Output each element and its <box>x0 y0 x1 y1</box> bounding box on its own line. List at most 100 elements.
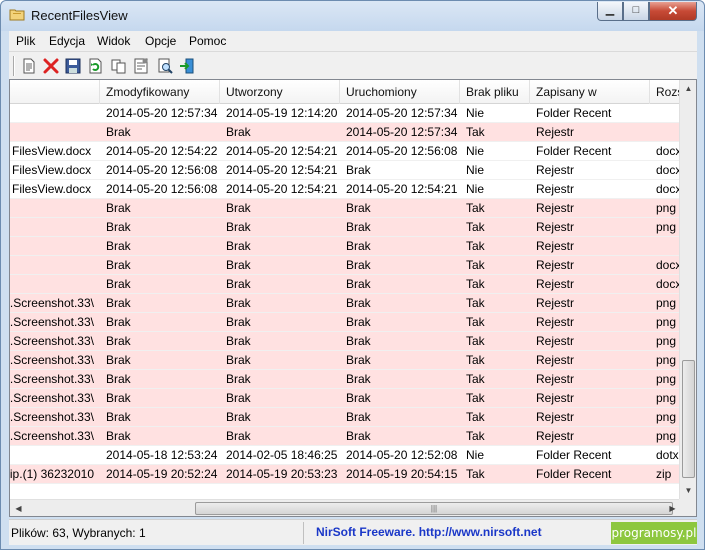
scroll-left-icon[interactable]: ◀ <box>10 500 27 516</box>
column-header-modified[interactable]: Zmodyfikowany <box>100 80 220 104</box>
table-row[interactable]: \Screenshot.33...BrakBrakBrakTakRejestrp… <box>10 408 681 427</box>
nirsoft-link[interactable]: NirSoft Freeware. http://www.nirsoft.net <box>316 525 542 539</box>
missing-cell: Nie <box>466 144 485 158</box>
table-row[interactable]: \Screenshot.33...BrakBrakBrakTakRejestrp… <box>10 294 681 313</box>
table-row[interactable]: \Screenshot.33...BrakBrakBrakTakRejestrp… <box>10 427 681 446</box>
created-cell: 2014-05-19 20:53:23 <box>226 467 338 481</box>
scroll-up-icon[interactable]: ▲ <box>680 80 696 97</box>
created-cell: Brak <box>226 391 251 405</box>
created-cell: 2014-05-20 12:54:21 <box>226 163 338 177</box>
modified-cell: Brak <box>106 220 131 234</box>
app-window: RecentFilesView ▁ □ ✕ Plik Edycja Widok … <box>0 0 705 550</box>
missing-cell: Tak <box>466 429 485 443</box>
saved-in-cell: Rejestr <box>536 258 575 272</box>
modified-cell: Brak <box>106 296 131 310</box>
column-header-missing[interactable]: Brak pliku <box>460 80 530 104</box>
table-row[interactable]: \Screenshot.33...BrakBrakBrakTakRejestrp… <box>10 389 681 408</box>
table-row[interactable]: 36232010 (1).zip 2014-05-19 20:52:24 2014-… <box>10 465 681 484</box>
saved-in-cell: Rejestr <box>536 372 575 386</box>
minimize-button[interactable]: ▁ <box>597 2 623 21</box>
menu-bar: Plik Edycja Widok Opcje Pomoc <box>9 31 697 51</box>
launched-cell: 2014-05-20 12:57:34 <box>346 125 458 139</box>
table-row[interactable]: FilesView.docx 2014-05-20 12:56:08 2014-05… <box>10 180 681 199</box>
launched-cell: 2014-05-20 12:54:21 <box>346 182 458 196</box>
launched-cell: Brak <box>346 163 371 177</box>
launched-cell: Brak <box>346 372 371 386</box>
scroll-down-icon[interactable]: ▼ <box>680 482 696 499</box>
table-row[interactable]: Brak Brak Brak Tak Rejestr png <box>10 199 681 218</box>
created-cell: Brak <box>226 315 251 329</box>
created-cell: Brak <box>226 258 251 272</box>
table-row[interactable]: Brak Brak Brak Tak Rejestr <box>10 237 681 256</box>
created-cell: Brak <box>226 353 251 367</box>
window-title: RecentFilesView <box>31 8 128 23</box>
watermark-logo: programosy.pl <box>611 522 697 544</box>
column-header-launched[interactable]: Uruchomiony <box>340 80 460 104</box>
created-cell: Brak <box>226 201 251 215</box>
save-icon[interactable] <box>63 56 83 76</box>
saved-in-cell: Rejestr <box>536 334 575 348</box>
horizontal-scrollbar[interactable]: ◀ ||| ▶ <box>10 499 681 516</box>
file-name-cell <box>10 256 100 275</box>
table-row[interactable]: 2014-05-18 12:53:24 2014-02-05 18:46:25 20… <box>10 446 681 465</box>
column-header-file[interactable] <box>10 80 100 104</box>
table-row[interactable]: \Screenshot.33...BrakBrakBrakTakRejestrp… <box>10 351 681 370</box>
menu-pomoc[interactable]: Pomoc <box>189 34 226 48</box>
saved-in-cell: Folder Recent <box>536 144 612 158</box>
created-cell: Brak <box>226 239 251 253</box>
table-row[interactable]: \Screenshot.33...BrakBrakBrakTakRejestrp… <box>10 313 681 332</box>
saved-in-cell: Rejestr <box>536 391 575 405</box>
status-bar: Plików: 63, Wybranych: 1 NirSoft Freewar… <box>9 519 697 545</box>
created-cell: 2014-05-20 12:54:21 <box>226 144 338 158</box>
column-header-created[interactable]: Utworzony <box>220 80 340 104</box>
missing-cell: Tak <box>466 277 485 291</box>
table-row[interactable]: Brak Brak Brak Tak Rejestr docx <box>10 275 681 294</box>
launched-cell: 2014-05-20 12:52:08 <box>346 448 458 462</box>
missing-cell: Tak <box>466 201 485 215</box>
table-row[interactable]: FilesView.docx 2014-05-20 12:56:08 2014-05… <box>10 161 681 180</box>
modified-cell: 2014-05-20 12:57:34 <box>106 106 218 120</box>
new-file-icon[interactable] <box>19 56 39 76</box>
status-file-count: Plików: 63, Wybranych: 1 <box>11 526 146 540</box>
table-row[interactable]: Brak Brak Brak Tak Rejestr png <box>10 218 681 237</box>
horizontal-scroll-thumb[interactable]: ||| <box>195 502 673 515</box>
table-row[interactable]: FilesView.docx 2014-05-20 12:54:22 2014-05… <box>10 142 681 161</box>
close-button[interactable]: ✕ <box>649 2 697 21</box>
saved-in-cell: Rejestr <box>536 182 575 196</box>
menu-edycja[interactable]: Edycja <box>49 34 85 48</box>
maximize-button[interactable]: □ <box>623 2 649 21</box>
delete-icon[interactable] <box>41 56 61 76</box>
missing-cell: Tak <box>466 410 485 424</box>
menu-opcje[interactable]: Opcje <box>145 34 176 48</box>
launched-cell: Brak <box>346 315 371 329</box>
vertical-scroll-thumb[interactable] <box>682 360 695 478</box>
exit-icon[interactable] <box>177 56 197 76</box>
properties-icon[interactable] <box>131 56 151 76</box>
modified-cell: Brak <box>106 201 131 215</box>
file-name-cell: \Screenshot.33... <box>10 429 94 443</box>
table-row[interactable]: Brak Brak Brak Tak Rejestr docx <box>10 256 681 275</box>
title-bar[interactable]: RecentFilesView ▁ □ ✕ <box>1 1 704 31</box>
modified-cell: 2014-05-20 12:54:22 <box>106 144 218 158</box>
vertical-scrollbar[interactable]: ▲ ▼ <box>679 80 696 499</box>
table-row[interactable]: \Screenshot.33...BrakBrakBrakTakRejestrp… <box>10 332 681 351</box>
file-name-cell <box>10 446 100 465</box>
refresh-icon[interactable] <box>85 56 105 76</box>
menu-plik[interactable]: Plik <box>16 34 35 48</box>
file-name-cell: \Screenshot.33... <box>10 334 94 348</box>
files-list[interactable]: Zmodyfikowany Utworzony Uruchomiony Brak… <box>9 79 697 517</box>
menu-widok[interactable]: Widok <box>97 34 130 48</box>
copy-icon[interactable] <box>109 56 129 76</box>
column-header-saved-in[interactable]: Zapisany w <box>530 80 650 104</box>
table-row[interactable]: \Screenshot.33...BrakBrakBrakTakRejestrp… <box>10 370 681 389</box>
created-cell: 2014-05-19 12:14:20 <box>226 106 338 120</box>
modified-cell: Brak <box>106 334 131 348</box>
list-header: Zmodyfikowany Utworzony Uruchomiony Brak… <box>10 80 690 104</box>
table-row[interactable]: 2014-05-20 12:57:34 2014-05-19 12:14:20 20… <box>10 104 681 123</box>
modified-cell: Brak <box>106 315 131 329</box>
launched-cell: 2014-05-19 20:54:15 <box>346 467 458 481</box>
find-icon[interactable] <box>155 56 175 76</box>
missing-cell: Tak <box>466 296 485 310</box>
table-row[interactable]: Brak Brak 2014-05-20 12:57:34 Tak Rejestr <box>10 123 681 142</box>
launched-cell: Brak <box>346 277 371 291</box>
